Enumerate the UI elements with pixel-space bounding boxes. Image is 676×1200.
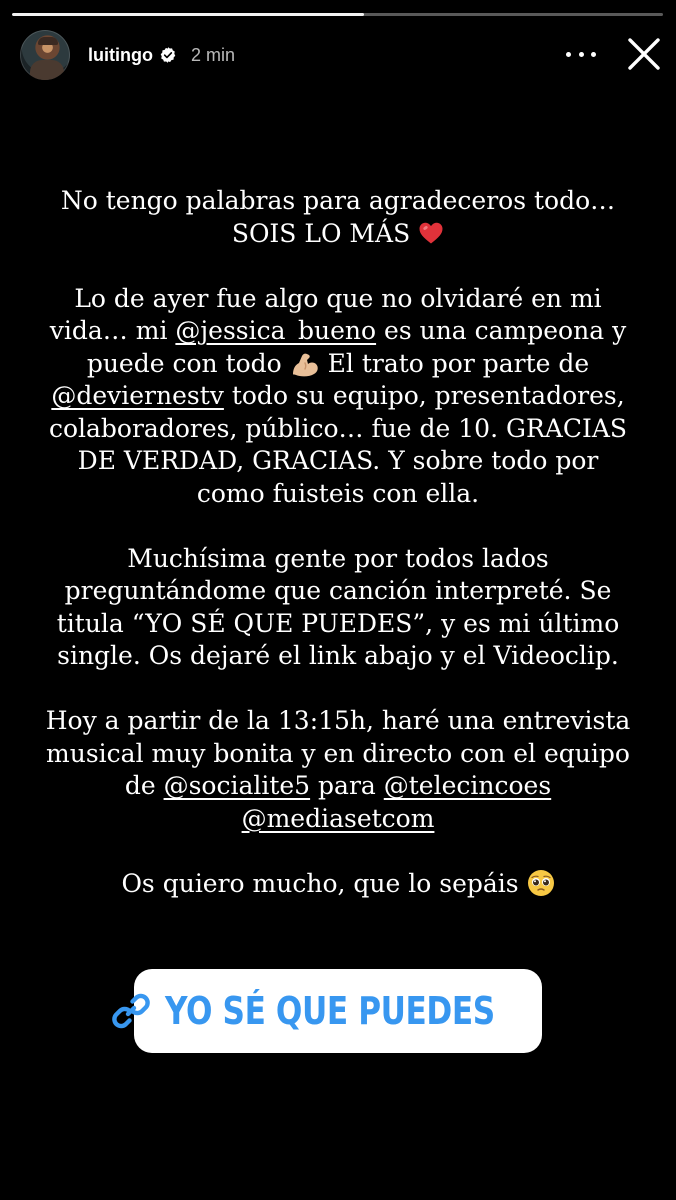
paragraph-thanks: No tengo palabras para agradeceros todo……: [40, 185, 636, 250]
text: SOIS LO MÁS: [231, 218, 411, 248]
post-time: 2 min: [190, 44, 235, 65]
text: No tengo palabras para agradeceros todo…: [60, 186, 616, 215]
paragraph-closing: Os quiero mucho, que lo sepáis: [40, 868, 636, 901]
link-icon: [112, 993, 150, 1029]
username[interactable]: luitingo: [88, 45, 153, 66]
more-options-icon[interactable]: [566, 42, 596, 66]
paragraph-interview: Hoy a partir de la 13:15h, haré una entr…: [40, 705, 636, 835]
mention-deviernestv[interactable]: @deviernestv: [51, 381, 224, 410]
story-viewer: luitingo 2 min No tengo palabras para ag…: [0, 0, 676, 1200]
paragraph-yesterday: Lo de ayer fue algo que no olvidaré en m…: [40, 283, 636, 511]
mention-socialite5[interactable]: @socialite5: [164, 771, 311, 800]
text: para: [310, 771, 384, 800]
link-sticker[interactable]: YO SÉ QUE PUEDES: [112, 969, 542, 1053]
red-heart-emoji: [419, 222, 443, 243]
text: Os quiero mucho, que lo sepáis: [121, 868, 519, 898]
pleading-face-emoji: [527, 869, 554, 896]
verified-badge-icon: [160, 47, 176, 63]
close-icon[interactable]: [626, 36, 662, 72]
mention-jessica-bueno[interactable]: @jessica_bueno: [175, 316, 376, 345]
link-sticker-label: YO SÉ QUE PUEDES: [164, 989, 495, 1033]
text: El trato por parte de: [319, 348, 590, 378]
flexed-biceps-emoji: [292, 353, 318, 376]
mention-telecincoes[interactable]: @telecincoes: [384, 771, 551, 800]
story-progress-bar: [12, 13, 663, 16]
story-progress-fill: [12, 13, 364, 16]
story-text: No tengo palabras para agradeceros todo……: [40, 185, 636, 900]
mention-mediasetcom[interactable]: @mediasetcom: [242, 804, 435, 833]
avatar[interactable]: [20, 30, 70, 80]
paragraph-song: Muchísima gente por todos lados preguntá…: [56, 543, 620, 671]
story-header: luitingo 2 min: [88, 40, 235, 70]
